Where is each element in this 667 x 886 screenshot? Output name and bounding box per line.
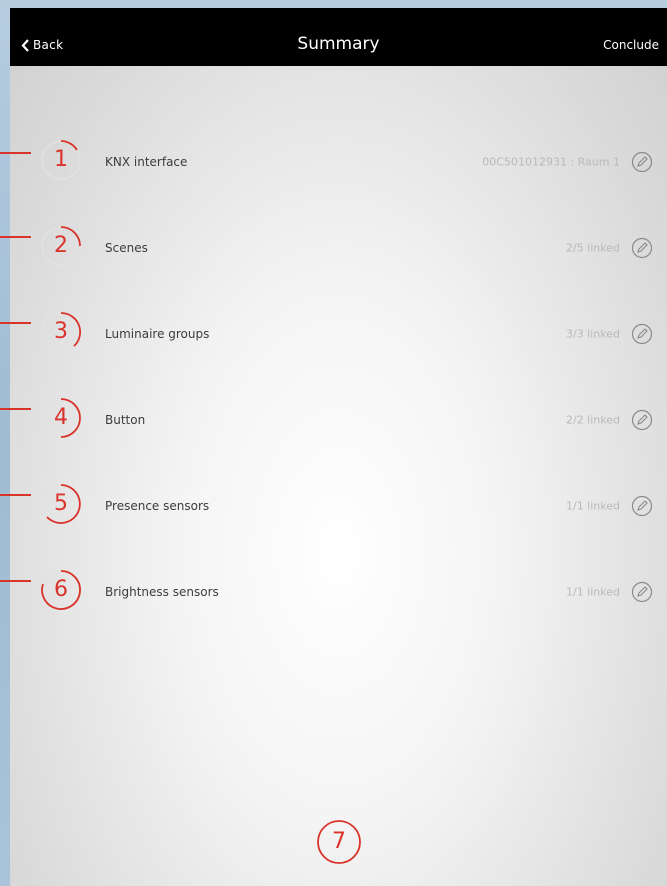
edit-icon[interactable] xyxy=(631,409,653,431)
edit-icon[interactable] xyxy=(631,151,653,173)
callout-marker-6: 6 xyxy=(39,568,83,612)
marker-number: 6 xyxy=(54,577,68,602)
row-label: Luminaire groups xyxy=(105,327,210,341)
callout-marker-4: 4 xyxy=(39,396,83,440)
edit-icon[interactable] xyxy=(631,581,653,603)
callout-line-5 xyxy=(0,494,31,496)
list-item-presence-sensors[interactable]: Presence sensors 1/1 linked xyxy=(10,481,667,531)
navigation-bar: Back Summary Conclude xyxy=(10,8,667,66)
row-label: Scenes xyxy=(105,241,148,255)
row-label: Brightness sensors xyxy=(105,585,219,599)
edit-icon[interactable] xyxy=(631,495,653,517)
row-value: 2/2 linked xyxy=(565,413,620,427)
row-label: KNX interface xyxy=(105,155,188,169)
callout-line-1 xyxy=(0,152,31,154)
conclude-button[interactable]: Conclude xyxy=(603,38,659,52)
callout-line-4 xyxy=(0,408,31,410)
page-title: Summary xyxy=(297,34,380,54)
marker-number: 2 xyxy=(54,233,68,258)
row-value: 1/1 linked xyxy=(565,499,620,513)
row-value: 2/5 linked xyxy=(565,241,620,255)
callout-marker-2: 2 xyxy=(39,224,83,268)
list-item-brightness-sensors[interactable]: Brightness sensors 1/1 linked xyxy=(10,567,667,617)
callout-marker-1: 1 xyxy=(39,138,83,182)
row-label: Button xyxy=(105,413,146,427)
callout-marker-5: 5 xyxy=(39,482,83,526)
callout-line-2 xyxy=(0,236,31,238)
edit-icon[interactable] xyxy=(631,323,653,345)
row-label: Presence sensors xyxy=(105,499,210,513)
row-value: 00C501012931 : Raum 1 xyxy=(482,155,620,169)
callout-marker-7: 7 xyxy=(315,818,363,866)
callout-line-3 xyxy=(0,322,31,324)
marker-number: 1 xyxy=(54,147,68,172)
marker-number: 5 xyxy=(54,491,68,516)
marker-number: 4 xyxy=(54,405,68,430)
callout-marker-3: 3 xyxy=(39,310,83,354)
app-screen: Back Summary Conclude KNX interface 00C5… xyxy=(10,8,667,886)
callout-line-6 xyxy=(0,580,31,582)
list-item-luminaire-groups[interactable]: Luminaire groups 3/3 linked xyxy=(10,309,667,359)
list-item-knx-interface[interactable]: KNX interface 00C501012931 : Raum 1 xyxy=(10,137,667,187)
row-value: 3/3 linked xyxy=(565,327,620,341)
row-value: 1/1 linked xyxy=(565,585,620,599)
list-item-button[interactable]: Button 2/2 linked xyxy=(10,395,667,445)
list-item-scenes[interactable]: Scenes 2/5 linked xyxy=(10,223,667,273)
marker-number: 7 xyxy=(332,829,346,854)
edit-icon[interactable] xyxy=(631,237,653,259)
marker-number: 3 xyxy=(54,319,68,344)
